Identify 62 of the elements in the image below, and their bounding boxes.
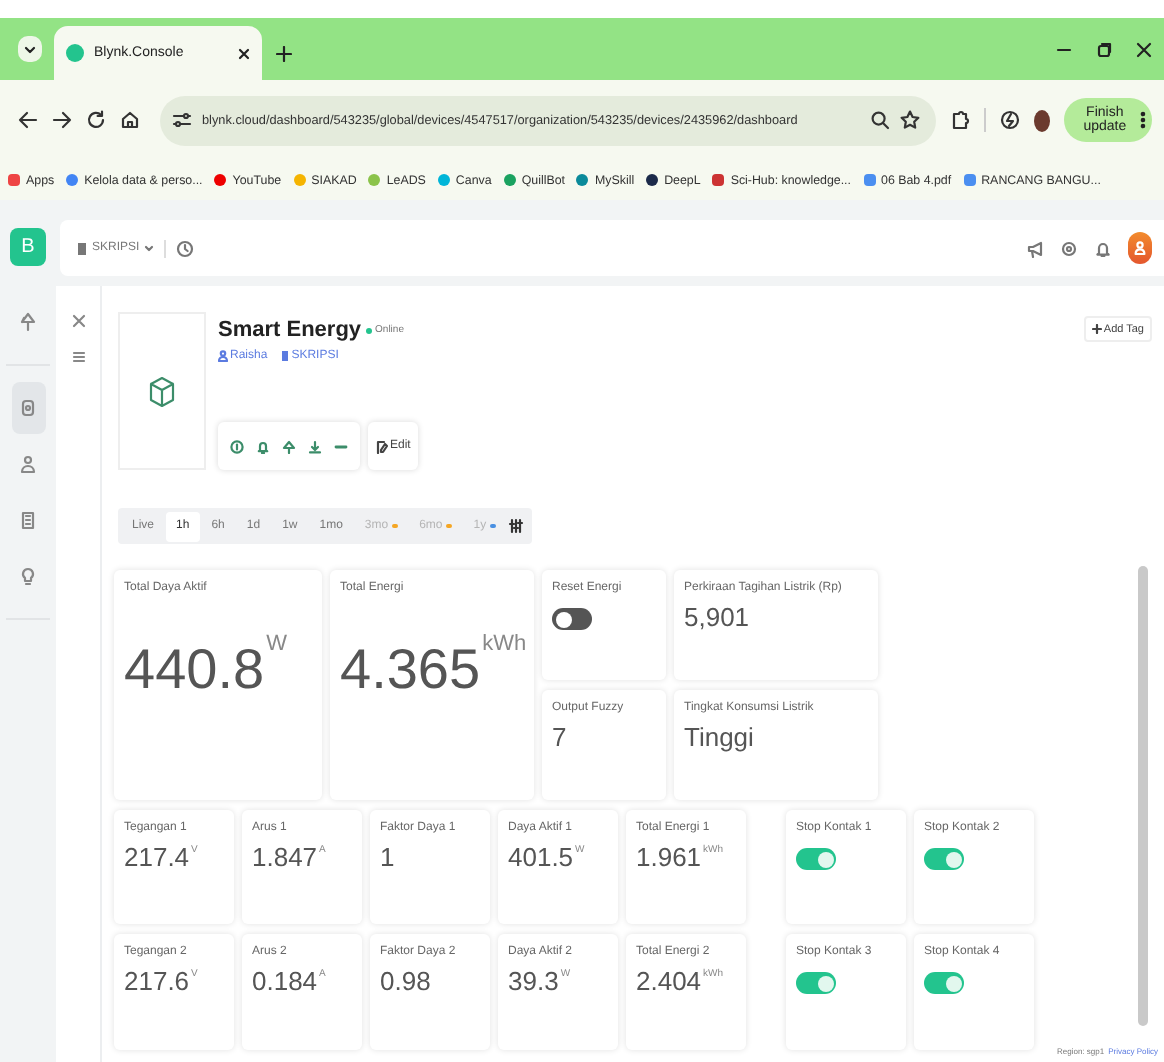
info-icon[interactable]	[230, 439, 244, 453]
cube-icon	[148, 375, 176, 407]
toggle-switch[interactable]	[796, 848, 836, 871]
widget-value: 1.961	[636, 844, 702, 873]
widget-value: 2.404	[636, 968, 702, 997]
caret-icon	[24, 43, 36, 55]
person-icon	[218, 350, 228, 362]
widget-value: 5,901	[684, 604, 750, 633]
close-icon[interactable]	[1136, 41, 1152, 57]
new-tab-icon[interactable]	[276, 46, 292, 62]
unit-label: kWh	[482, 632, 527, 657]
users-icon	[18, 454, 38, 474]
extensions-icon[interactable]	[950, 110, 970, 130]
person-icon	[1134, 240, 1146, 256]
site-settings-icon[interactable]	[172, 110, 192, 130]
widget-value: 4.365	[340, 640, 481, 702]
widget-value: 0.98	[380, 968, 431, 997]
home-icon[interactable]	[120, 110, 140, 130]
widget-value: 1	[380, 844, 395, 873]
device-name: Smart Energy	[218, 318, 362, 342]
bulb-icon	[18, 566, 38, 586]
widget-value: 39.3	[508, 968, 559, 997]
edit-icon	[376, 439, 388, 453]
device-icon	[18, 398, 38, 418]
bell-icon[interactable]	[256, 439, 270, 453]
sync-icon[interactable]	[999, 110, 1020, 130]
scrollbar[interactable]	[1138, 566, 1148, 1026]
widget-value: 217.6	[124, 968, 190, 997]
megaphone-icon[interactable]	[1026, 239, 1044, 257]
widget-value: Tinggi	[684, 724, 754, 753]
toggle-switch[interactable]	[552, 608, 592, 631]
nav-button[interactable]	[11, 382, 45, 434]
widget-value: 0.184	[252, 968, 318, 997]
forward-icon[interactable]	[52, 110, 72, 130]
profile-avatar[interactable]	[1033, 109, 1050, 131]
restore-icon[interactable]	[1096, 41, 1112, 57]
caret-icon	[143, 243, 154, 253]
bell-icon[interactable]	[1094, 239, 1112, 257]
plus-icon	[1091, 324, 1102, 334]
widget-value: 7	[552, 724, 567, 753]
sliders-icon[interactable]	[507, 518, 524, 534]
back-icon[interactable]	[18, 110, 38, 130]
widget-value: 401.5	[508, 844, 574, 873]
close-icon[interactable]	[238, 47, 250, 59]
user-avatar[interactable]	[1128, 232, 1152, 264]
widget-value: 1.847	[252, 844, 318, 873]
zoom-icon[interactable]	[870, 110, 890, 130]
download-icon[interactable]	[308, 439, 322, 453]
favicon-icon	[66, 44, 84, 62]
reload-icon[interactable]	[86, 110, 106, 130]
unit-label: W	[266, 632, 287, 657]
toggle-switch[interactable]	[924, 972, 964, 995]
menu-icon[interactable]	[71, 350, 85, 364]
clock-icon[interactable]	[175, 239, 194, 257]
tab-list-button[interactable]	[18, 36, 42, 62]
widget-value: 217.4	[124, 844, 190, 873]
star-icon[interactable]	[900, 110, 920, 130]
toggle-switch[interactable]	[796, 972, 836, 995]
toggle-switch[interactable]	[924, 848, 964, 871]
settings-icon[interactable]	[1060, 239, 1078, 257]
more-icon	[1140, 110, 1146, 130]
widget-value: 440.8	[124, 640, 265, 702]
